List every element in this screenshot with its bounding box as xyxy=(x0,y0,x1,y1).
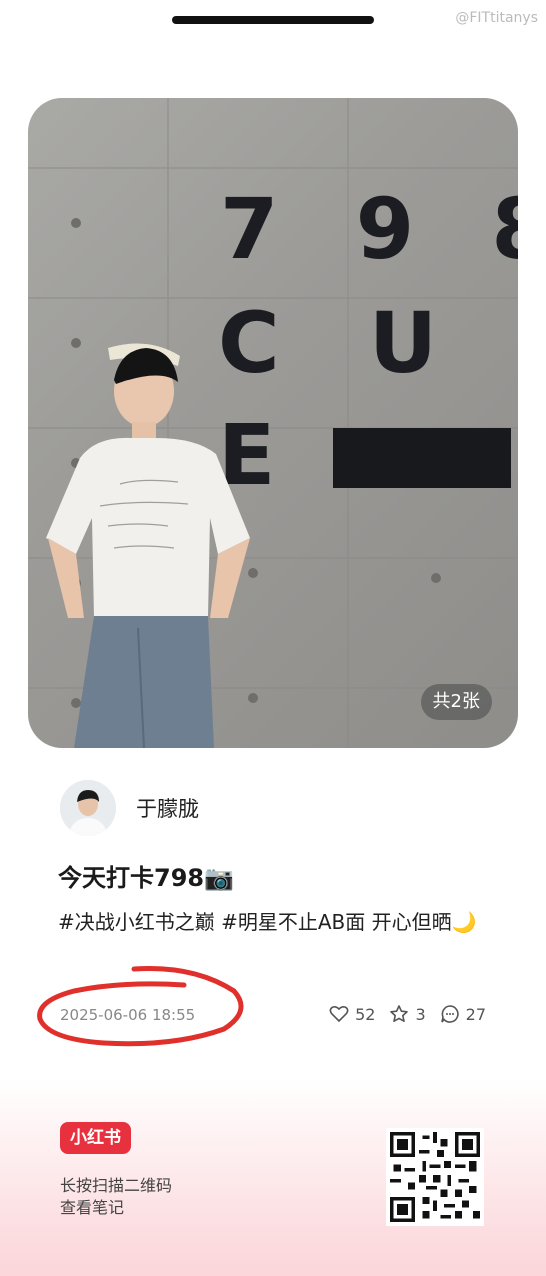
comment-icon xyxy=(440,1005,459,1023)
note-photo[interactable]: 7 9 8 C U B E 共2张 xyxy=(28,98,518,748)
author-name[interactable]: 于朦胧 xyxy=(136,793,199,823)
sign-text-798: 7 9 8 xyxy=(220,180,518,278)
home-indicator xyxy=(172,16,374,24)
scan-instruction: 长按扫描二维码 xyxy=(60,1176,173,1195)
photo-scene: 7 9 8 C U B E xyxy=(28,98,518,748)
view-note-text: 查看笔记 xyxy=(60,1198,125,1217)
qr-code-image xyxy=(390,1132,480,1222)
author-row[interactable]: 于朦胧 xyxy=(60,780,199,836)
comment-stat[interactable]: 27 xyxy=(440,1004,486,1024)
like-count: 52 xyxy=(355,1004,376,1024)
photo-count-badge: 共2张 xyxy=(420,684,492,720)
post-date: 2025-06-06 18:55 xyxy=(60,1006,196,1024)
qr-code[interactable] xyxy=(386,1128,484,1226)
star-count: 3 xyxy=(415,1004,426,1024)
note-title: 今天打卡798📷 xyxy=(58,864,234,892)
sign-text-cub: C U B xyxy=(218,294,518,392)
heart-icon xyxy=(329,1005,349,1023)
like-stat[interactable]: 52 xyxy=(329,1005,375,1024)
comment-count: 27 xyxy=(465,1004,486,1024)
note-body: #决战小红书之巅 #明星不止AB面 开心但晒🌙 xyxy=(58,910,477,934)
star-stat[interactable]: 3 xyxy=(389,1004,426,1024)
xiaohongshu-logo: 小红书 xyxy=(60,1122,131,1154)
avatar[interactable] xyxy=(60,780,116,836)
watermark-text: @FITtitanys xyxy=(455,10,538,26)
meta-row: 2025-06-06 18:55 52 3 27 xyxy=(60,1004,490,1032)
avatar-image xyxy=(60,780,116,836)
star-icon xyxy=(390,1005,409,1022)
